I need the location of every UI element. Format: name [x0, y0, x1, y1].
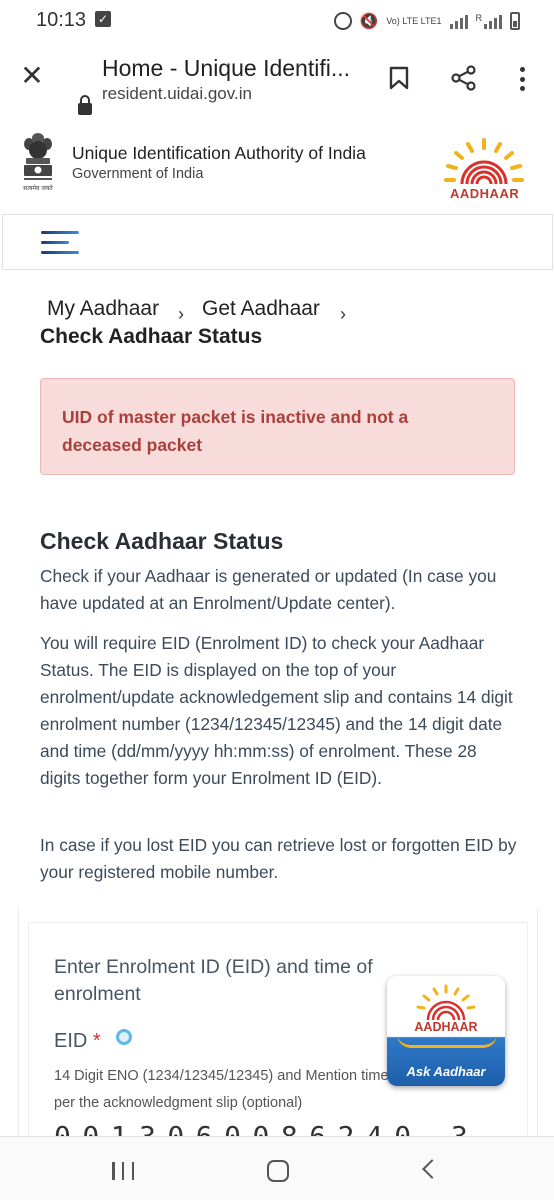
network-type-label: Vo) LTE LTE1 [386, 15, 442, 26]
national-emblem-icon: सत्यमेव जयते [23, 133, 53, 192]
form-heading: Enter Enrolment ID (EID) and time of enr… [54, 956, 373, 1005]
intro-paragraph: Check if your Aadhaar is generated or up… [40, 566, 497, 613]
system-nav-bar [0, 1136, 554, 1200]
required-mark: * [92, 1030, 101, 1052]
battery-icon [510, 12, 520, 30]
back-icon[interactable] [422, 1159, 442, 1179]
status-time: 10:13 [36, 9, 87, 31]
eid-info-paragraph: You will require EID (Enrolment ID) to c… [40, 633, 513, 788]
signal-roaming-icon: R [475, 13, 502, 29]
site-header: सत्यमेव जयते Unique Identification Autho… [0, 124, 554, 214]
breadcrumb-my-aadhaar[interactable]: My Aadhaar [47, 297, 159, 321]
more-options-icon[interactable] [515, 67, 529, 91]
error-alert: UID of master packet is inactive and not… [40, 378, 515, 475]
breadcrumb-separator: › [178, 304, 184, 324]
error-alert-message: UID of master packet is inactive and not… [62, 407, 409, 455]
eid-label: EID * [54, 1030, 101, 1053]
emblem-caption: सत्यमेव जयते [23, 184, 53, 192]
menu-bar [2, 214, 553, 270]
ask-aadhaar-label: Ask Aadhaar [406, 1064, 486, 1079]
browser-toolbar: ✕ Home - Unique Identifi... resident.uid… [0, 40, 554, 116]
ask-aadhaar-button[interactable]: AADHAAR Ask Aadhaar [387, 976, 505, 1086]
org-title: Unique Identification Authority of India [72, 143, 366, 163]
breadcrumb-get-aadhaar[interactable]: Get Aadhaar [202, 297, 320, 321]
section-title: Check Aadhaar Status [40, 528, 284, 554]
roaming-label: R [475, 13, 483, 23]
alarm-icon [333, 12, 352, 30]
info-icon[interactable] [116, 1029, 132, 1045]
eid-label-text: EID [54, 1030, 88, 1052]
aadhaar-logo-text: AADHAAR [450, 186, 520, 201]
eid-help-text: 14 Digit ENO (1234/12345/12345) and Ment… [54, 1068, 408, 1111]
share-icon[interactable] [451, 65, 477, 91]
breadcrumb-current: Check Aadhaar Status [40, 325, 263, 348]
notification-check-icon: ✓ [95, 11, 111, 27]
swoosh-icon [397, 1034, 497, 1048]
status-icons: 🔇 Vo) LTE LTE1 R [333, 10, 520, 32]
bookmark-icon[interactable] [389, 66, 409, 90]
lock-icon[interactable] [78, 95, 92, 115]
url-text[interactable]: resident.uidai.gov.in [102, 84, 252, 104]
recent-apps-icon[interactable] [112, 1162, 134, 1180]
home-icon[interactable] [267, 1160, 289, 1182]
hamburger-menu-icon[interactable] [41, 229, 79, 255]
close-tab-icon[interactable]: ✕ [20, 62, 44, 90]
mute-icon: 🔇 [359, 13, 379, 30]
signal-icon [449, 13, 468, 29]
aadhaar-sun-icon [416, 984, 476, 1021]
breadcrumb-separator: › [340, 304, 346, 324]
status-bar: 10:13 ✓ 🔇 Vo) LTE LTE1 R [0, 0, 554, 40]
page-title[interactable]: Home - Unique Identifi... [102, 55, 350, 82]
lost-eid-paragraph: In case if you lost EID you can retrieve… [40, 835, 517, 882]
ask-aadhaar-brand: AADHAAR [414, 1020, 478, 1034]
org-subtitle: Government of India [72, 166, 204, 182]
